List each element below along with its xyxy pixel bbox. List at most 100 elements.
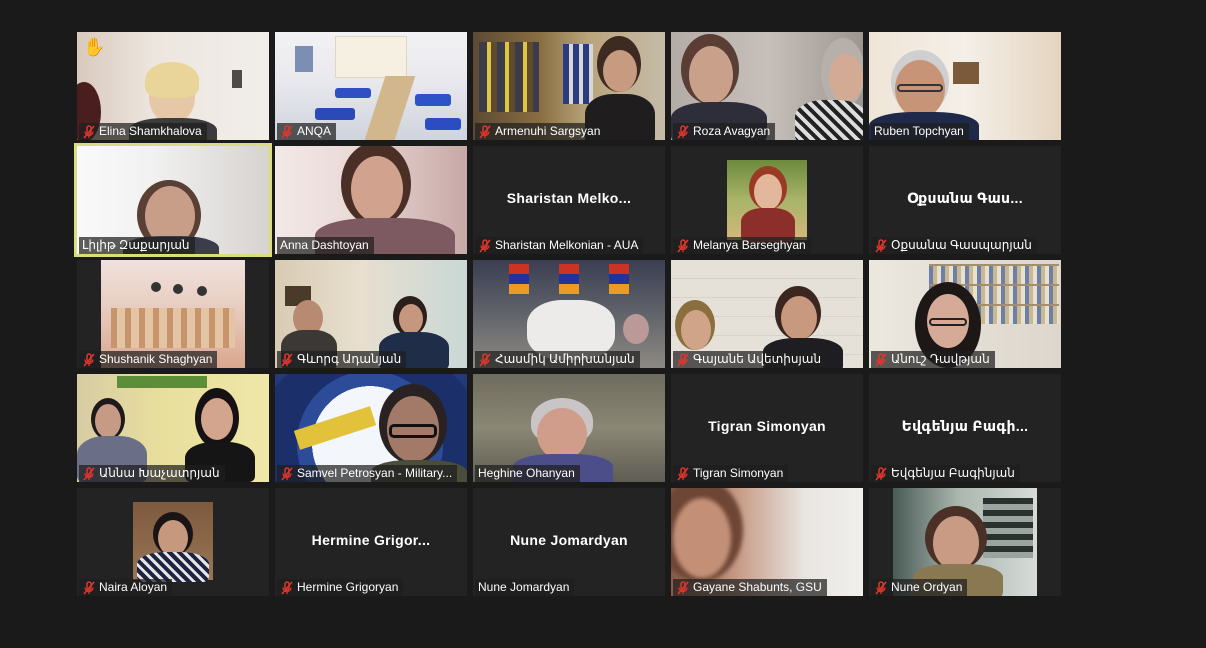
participant-tile[interactable]: ✋ Elina Shamkhalova	[77, 32, 269, 140]
video-gallery-grid: ✋ Elina Shamkhalova ANQA Armenuhi Sargsy…	[74, 32, 1062, 596]
participant-name: Roza Avagyan	[693, 124, 771, 138]
participant-name: Աննա Խաչատրյան	[99, 466, 220, 480]
participant-tile[interactable]: Օքսանա Գաս... Օքսանա Գասպարյան	[869, 146, 1061, 254]
participant-tile[interactable]: Եվգենյա Բագի... Եվգենյա Բագինյան	[869, 374, 1061, 482]
participant-tile[interactable]: Գայանե Ավետիսյան	[671, 260, 863, 368]
participant-name: ANQA	[297, 124, 332, 138]
mic-muted-icon	[677, 580, 689, 595]
participant-name: Heghine Ohanyan	[478, 466, 575, 480]
participant-tile[interactable]: ANQA	[275, 32, 467, 140]
mic-muted-icon	[677, 466, 689, 481]
participant-tile[interactable]: Gayane Shabunts, GSU	[671, 488, 863, 596]
participant-name: Samvel Petrosyan - Military...	[297, 466, 453, 480]
participant-placeholder-name: Hermine Grigor...	[311, 532, 431, 548]
participant-name: Melanya Barseghyan	[693, 238, 806, 252]
participant-label: Anna Dashtoyan	[277, 237, 374, 254]
mic-muted-icon	[83, 352, 95, 367]
participant-name: Գևորգ Ադանյան	[297, 352, 402, 366]
mic-muted-icon	[875, 580, 887, 595]
mic-muted-icon	[281, 580, 293, 595]
participant-label: Shushanik Shaghyan	[79, 351, 218, 368]
participant-tile[interactable]: Melanya Barseghyan	[671, 146, 863, 254]
participant-name: Անուշ Դավթյան	[891, 352, 990, 366]
participant-label: Melanya Barseghyan	[673, 237, 811, 254]
participant-label: Nune Ordyan	[871, 579, 968, 596]
mic-muted-icon	[83, 124, 95, 139]
participant-name: Nune Jomardyan	[478, 580, 570, 594]
mic-muted-icon	[479, 238, 491, 253]
participant-label: Ruben Topchyan	[871, 123, 969, 140]
participant-name: Anna Dashtoyan	[280, 238, 369, 252]
participant-name: Գայանե Ավետիսյան	[693, 352, 822, 366]
participant-tile[interactable]: Hermine Grigor... Hermine Grigoryan	[275, 488, 467, 596]
participant-label: Nune Jomardyan	[475, 579, 575, 596]
participant-tile[interactable]: Naira Aloyan	[77, 488, 269, 596]
mic-muted-icon	[875, 238, 887, 253]
participant-placeholder-name: Օքսանա Գաս...	[907, 190, 1023, 206]
mic-muted-icon	[479, 352, 491, 367]
participant-label: Samvel Petrosyan - Military...	[277, 465, 458, 482]
participant-label: ANQA	[277, 123, 337, 140]
mic-muted-icon	[281, 352, 293, 367]
participant-placeholder-name: Nune Jomardyan	[510, 532, 628, 548]
participant-label: Օքսանա Գասպարյան	[871, 237, 1037, 254]
participant-name: Լիլիթ Զաքարյան	[82, 238, 190, 252]
participant-name: Եվգենյա Բագինյան	[891, 466, 1015, 480]
participant-label: Gayane Shabunts, GSU	[673, 579, 827, 596]
participant-name: Gayane Shabunts, GSU	[693, 580, 822, 594]
participant-tile[interactable]: Anna Dashtoyan	[275, 146, 467, 254]
participant-label: Լիլիթ Զաքարյան	[79, 237, 195, 254]
participant-name: Sharistan Melkonian - AUA	[495, 238, 639, 252]
participant-tile[interactable]: Armenuhi Sargsyan	[473, 32, 665, 140]
participant-name: Elina Shamkhalova	[99, 124, 202, 138]
participant-tile[interactable]: Sharistan Melko... Sharistan Melkonian -…	[473, 146, 665, 254]
participant-label: Գևորգ Ադանյան	[277, 351, 407, 368]
participant-label: Elina Shamkhalova	[79, 123, 207, 140]
participant-name: Օքսանա Գասպարյան	[891, 238, 1032, 252]
participant-name: Tigran Simonyan	[693, 466, 784, 480]
participant-label: Roza Avagyan	[673, 123, 776, 140]
participant-tile[interactable]: Գևորգ Ադանյան	[275, 260, 467, 368]
participant-tile[interactable]: Nune Ordyan	[869, 488, 1061, 596]
participant-tile[interactable]: Shushanik Shaghyan	[77, 260, 269, 368]
participant-tile[interactable]: Samvel Petrosyan - Military...	[275, 374, 467, 482]
participant-tile[interactable]: Աննա Խաչատրյան	[77, 374, 269, 482]
mic-muted-icon	[875, 466, 887, 481]
participant-label: Tigran Simonyan	[673, 465, 789, 482]
participant-tile[interactable]: Հասմիկ Ամիրխանյան	[473, 260, 665, 368]
mic-muted-icon	[83, 466, 95, 481]
mic-muted-icon	[479, 124, 491, 139]
mic-muted-icon	[677, 238, 689, 253]
participant-placeholder-name: Tigran Simonyan	[708, 418, 826, 434]
participant-tile-active-speaker[interactable]: Լիլիթ Զաքարյան	[74, 143, 272, 257]
participant-label: Sharistan Melkonian - AUA	[475, 237, 644, 254]
mic-muted-icon	[677, 124, 689, 139]
participant-name: Armenuhi Sargsyan	[495, 124, 601, 138]
participant-name: Հասմիկ Ամիրխանյան	[495, 352, 635, 366]
participant-tile[interactable]: Ruben Topchyan	[869, 32, 1061, 140]
participant-label: Հասմիկ Ամիրխանյան	[475, 351, 640, 368]
mic-muted-icon	[281, 124, 293, 139]
participant-label: Heghine Ohanyan	[475, 465, 580, 482]
participant-label: Armenuhi Sargsyan	[475, 123, 606, 140]
participant-tile[interactable]: Tigran Simonyan Tigran Simonyan	[671, 374, 863, 482]
mic-muted-icon	[677, 352, 689, 367]
participant-tile[interactable]: Roza Avagyan	[671, 32, 863, 140]
participant-label: Եվգենյա Բագինյան	[871, 465, 1020, 482]
participant-name: Shushanik Shaghyan	[99, 352, 213, 366]
participant-label: Գայանե Ավետիսյան	[673, 351, 827, 368]
participant-label: Անուշ Դավթյան	[871, 351, 995, 368]
participant-placeholder-name: Եվգենյա Բագի...	[901, 418, 1029, 434]
mic-muted-icon	[83, 580, 95, 595]
participant-name: Ruben Topchyan	[874, 124, 964, 138]
participant-tile[interactable]: Անուշ Դավթյան	[869, 260, 1061, 368]
mic-muted-icon	[281, 466, 293, 481]
participant-photo	[727, 160, 807, 242]
participant-label: Hermine Grigoryan	[277, 579, 404, 596]
participant-tile[interactable]: Heghine Ohanyan	[473, 374, 665, 482]
mic-muted-icon	[875, 352, 887, 367]
participant-tile[interactable]: Nune Jomardyan Nune Jomardyan	[473, 488, 665, 596]
participant-placeholder-name: Sharistan Melko...	[506, 190, 632, 206]
participant-video	[133, 502, 213, 582]
participant-label: Naira Aloyan	[79, 579, 173, 596]
